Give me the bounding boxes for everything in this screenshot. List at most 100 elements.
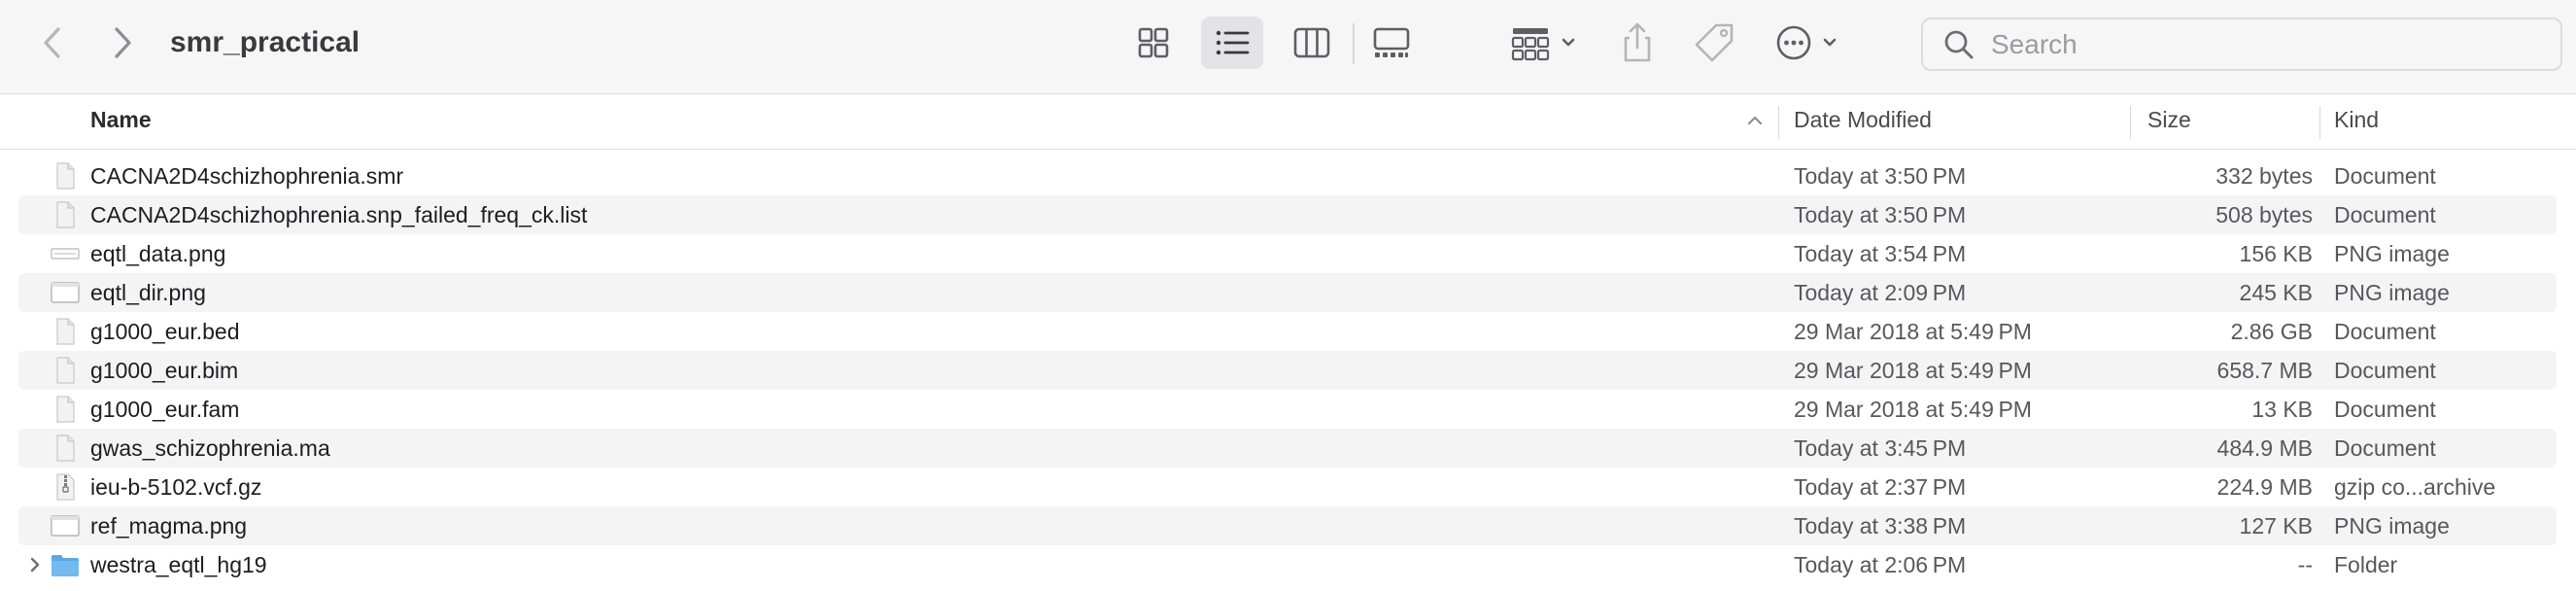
image-thumbnail-icon — [51, 282, 80, 303]
more-actions-button[interactable] — [1774, 17, 1846, 69]
back-button[interactable] — [29, 14, 76, 72]
file-size: 484.9 MB — [2216, 435, 2313, 461]
file-kind: Document — [2334, 358, 2436, 383]
group-by-button[interactable] — [1509, 17, 1581, 69]
file-date: Today at 3:45 PM — [1794, 435, 1967, 461]
file-kind: PNG image — [2334, 241, 2450, 266]
file-name: eqtl_data.png — [90, 241, 226, 266]
column-name-header[interactable]: Name — [90, 94, 152, 149]
tag-icon — [1695, 23, 1734, 62]
column-kind-header[interactable]: Kind — [2334, 94, 2379, 149]
disclosure-triangle-icon[interactable] — [26, 554, 44, 575]
document-icon — [56, 318, 75, 345]
window-title: smr_practical — [170, 26, 361, 58]
column-size-header[interactable]: Size — [2147, 94, 2191, 149]
file-kind: Document — [2334, 202, 2436, 227]
toolbar: smr_practical — [0, 0, 2576, 94]
search-field[interactable] — [1921, 17, 2562, 71]
list-view-button[interactable] — [1201, 17, 1263, 69]
search-icon — [1944, 30, 1974, 58]
chevron-right-icon — [115, 27, 131, 58]
icon-view-icon — [1138, 27, 1169, 58]
file-kind: PNG image — [2334, 280, 2450, 305]
toolbar-divider — [1353, 23, 1355, 64]
file-date: Today at 3:38 PM — [1794, 513, 1967, 539]
more-actions-icon — [1776, 25, 1837, 60]
forward-button[interactable] — [99, 14, 146, 72]
file-size: 127 KB — [2239, 513, 2313, 539]
column-divider[interactable] — [2319, 106, 2320, 139]
file-size: 156 KB — [2239, 241, 2313, 266]
file-row[interactable]: eqtl_data.png Today at 3:54 PM 156 KB PN… — [18, 234, 2557, 273]
folder-icon — [52, 555, 79, 576]
gallery-view-icon — [1373, 27, 1410, 57]
file-date: Today at 3:54 PM — [1794, 241, 1967, 266]
column-view-button[interactable] — [1281, 17, 1343, 69]
file-size: 658.7 MB — [2216, 358, 2313, 383]
file-name: eqtl_dir.png — [90, 280, 206, 305]
file-name: ieu-b-5102.vcf.gz — [90, 474, 262, 500]
share-icon — [1624, 22, 1651, 62]
file-name: ref_magma.png — [90, 513, 248, 539]
file-name: CACNA2D4schizhophrenia.smr — [90, 163, 404, 189]
file-name: CACNA2D4schizhophrenia.snp_failed_freq_c… — [90, 202, 588, 227]
file-kind: Document — [2334, 163, 2436, 189]
file-date: Today at 2:09 PM — [1794, 280, 1967, 305]
file-kind: gzip co...archive — [2334, 474, 2496, 500]
finder-window: smr_practical Search Name Date Modified … — [0, 0, 2576, 591]
file-name: g1000_eur.fam — [90, 397, 240, 422]
chevron-left-icon — [44, 27, 60, 58]
icon-view-button[interactable] — [1122, 17, 1185, 69]
file-name: gwas_schizophrenia.ma — [90, 435, 330, 461]
file-size: 245 KB — [2239, 280, 2313, 305]
file-date: 29 Mar 2018 at 5:49 PM — [1794, 319, 2032, 344]
file-date: 29 Mar 2018 at 5:49 PM — [1794, 358, 2032, 383]
archive-icon — [56, 473, 75, 501]
document-icon — [56, 201, 75, 228]
file-row[interactable]: ieu-b-5102.vcf.gz Today at 2:37 PM 224.9… — [18, 468, 2557, 506]
search-input[interactable] — [1989, 27, 2537, 61]
file-size: 508 bytes — [2215, 202, 2313, 227]
file-date: Today at 3:50 PM — [1794, 163, 1967, 189]
file-row[interactable]: ref_magma.png Today at 3:38 PM 127 KB PN… — [18, 506, 2557, 545]
column-header: Name Date Modified Size Kind — [0, 94, 2576, 150]
file-size: 13 KB — [2251, 397, 2313, 422]
file-name: g1000_eur.bed — [90, 319, 240, 344]
column-divider[interactable] — [1778, 106, 1779, 139]
gallery-view-button[interactable] — [1360, 17, 1423, 69]
document-icon — [56, 396, 75, 423]
list-view-icon — [1216, 30, 1250, 55]
document-icon — [56, 435, 75, 462]
file-list: CACNA2D4schizhophrenia.smr Today at 3:50… — [18, 156, 2557, 584]
document-icon — [56, 162, 75, 190]
file-row[interactable]: CACNA2D4schizhophrenia.snp_failed_freq_c… — [18, 195, 2557, 234]
file-row[interactable]: eqtl_dir.png Today at 2:09 PM 245 KB PNG… — [18, 273, 2557, 312]
file-date: Today at 2:37 PM — [1794, 474, 1967, 500]
file-size: 2.86 GB — [2230, 319, 2313, 344]
file-row[interactable]: g1000_eur.fam 29 Mar 2018 at 5:49 PM 13 … — [18, 390, 2557, 429]
sort-ascending-icon[interactable] — [1744, 110, 1766, 131]
file-kind: Document — [2334, 319, 2436, 344]
column-divider[interactable] — [2130, 106, 2131, 139]
file-row[interactable]: g1000_eur.bim 29 Mar 2018 at 5:49 PM 658… — [18, 351, 2557, 390]
share-button[interactable] — [1618, 17, 1657, 69]
file-kind: Document — [2334, 435, 2436, 461]
file-kind: PNG image — [2334, 513, 2450, 539]
column-view-icon — [1293, 27, 1330, 58]
folder-row[interactable]: westra_eqtl_hg19 Today at 2:06 PM -- Fol… — [18, 545, 2557, 584]
file-date: Today at 3:50 PM — [1794, 202, 1967, 227]
column-date-header[interactable]: Date Modified — [1794, 94, 1932, 149]
document-icon — [56, 357, 75, 384]
file-kind: Folder — [2334, 552, 2398, 577]
file-kind: Document — [2334, 397, 2436, 422]
file-row[interactable]: gwas_schizophrenia.ma Today at 3:45 PM 4… — [18, 429, 2557, 468]
file-date: Today at 2:06 PM — [1794, 552, 1967, 577]
file-name: westra_eqtl_hg19 — [90, 552, 267, 577]
file-row[interactable]: CACNA2D4schizhophrenia.smr Today at 3:50… — [18, 156, 2557, 195]
file-date: 29 Mar 2018 at 5:49 PM — [1794, 397, 2032, 422]
file-row[interactable]: g1000_eur.bed 29 Mar 2018 at 5:49 PM 2.8… — [18, 312, 2557, 351]
file-size: 332 bytes — [2215, 163, 2313, 189]
file-size: -- — [2297, 552, 2313, 577]
tag-button[interactable] — [1693, 17, 1735, 69]
file-name: g1000_eur.bim — [90, 358, 239, 383]
